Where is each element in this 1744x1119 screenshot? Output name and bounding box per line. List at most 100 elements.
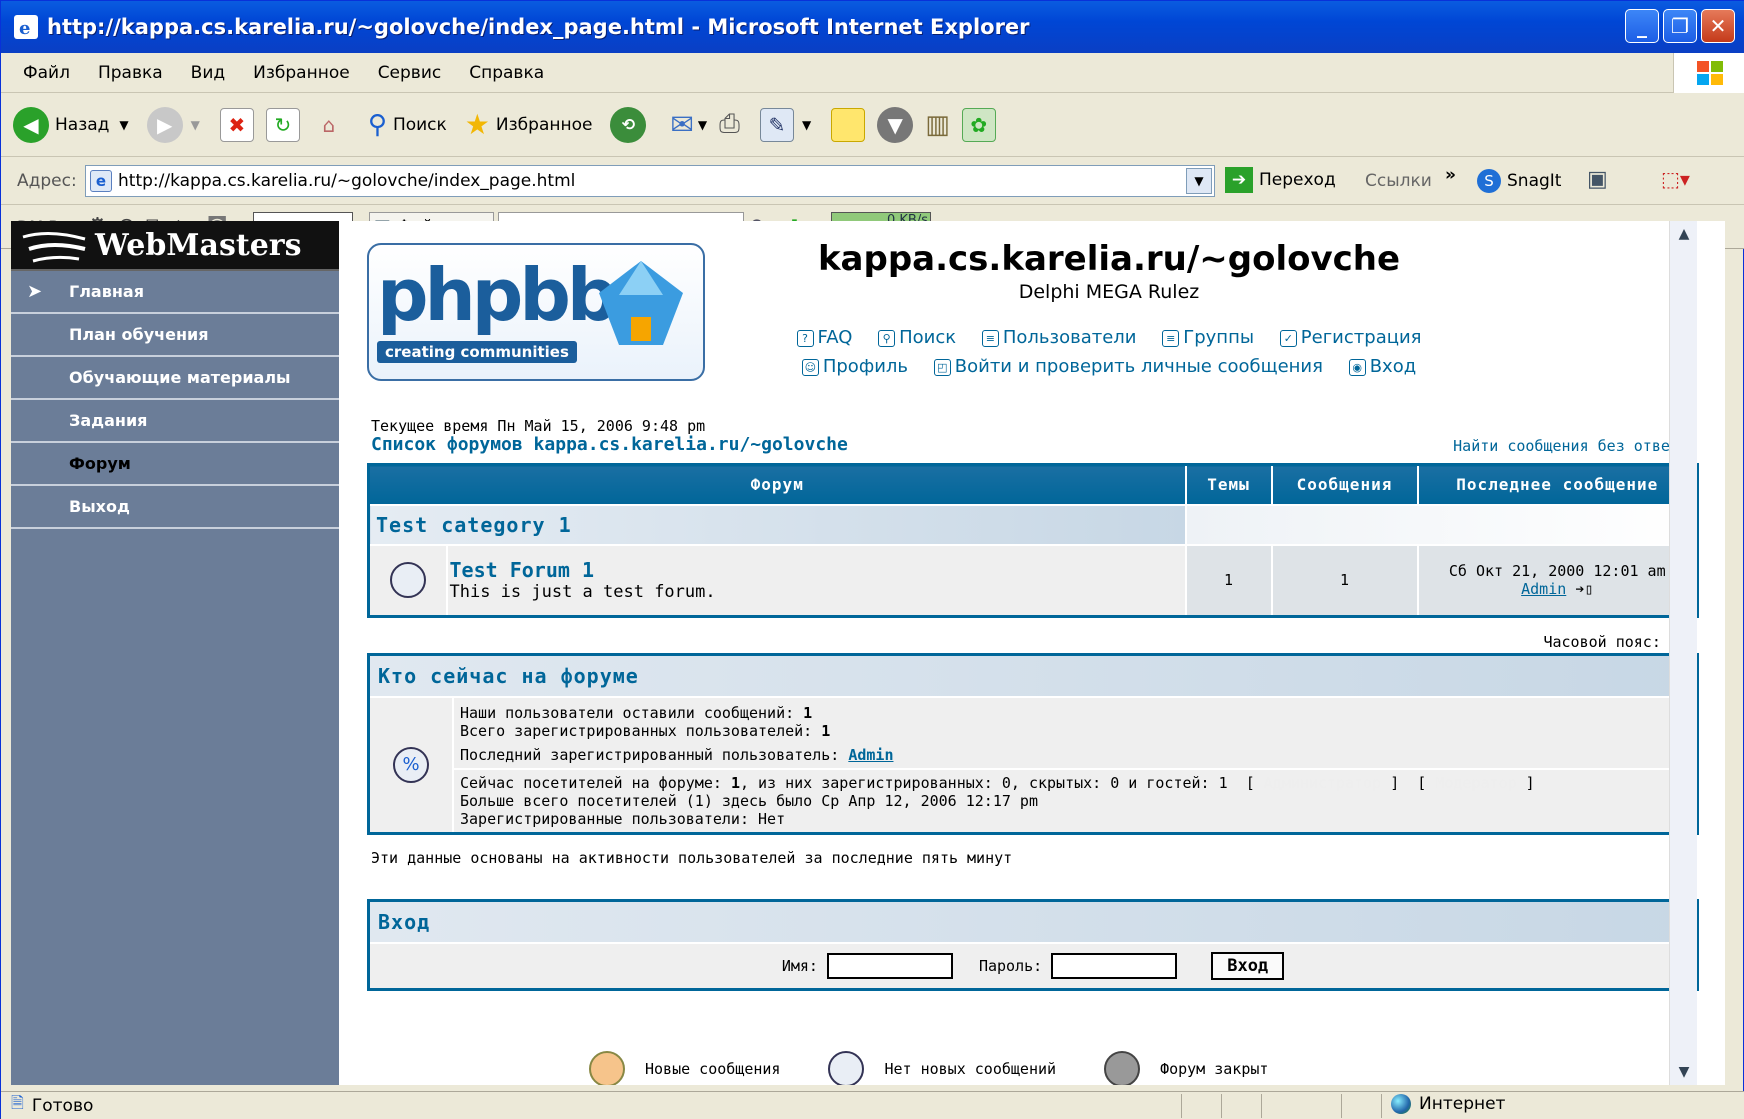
- browser-window: e http://kappa.cs.karelia.ru/~golovche/i…: [0, 0, 1744, 1119]
- moderator-legend: Модератор: [1435, 774, 1517, 792]
- forum-name-link[interactable]: Test Forum 1: [450, 558, 1185, 582]
- favorites-button[interactable]: ★ Избранное: [465, 108, 593, 141]
- forward-arrow-icon: ▶: [146, 106, 183, 143]
- forum-info-cell: Test Forum 1 This is just a test forum.: [445, 543, 1187, 618]
- icq-button[interactable]: ✿: [961, 107, 996, 142]
- notes-button[interactable]: [831, 107, 866, 142]
- locked-folder-icon: [1104, 1051, 1141, 1085]
- vertical-scrollbar[interactable]: ▲ ▼: [1669, 221, 1697, 1085]
- page-viewport: WebMasters ➤ Главная План обучения Обуча…: [11, 221, 1725, 1085]
- standard-toolbar: ◀ Назад ▼ ▶ ▼ ✖ ↻ ⌂ ⚲ Поиск ★ Избранное ⟲ ✉ ▼…: [1, 93, 1744, 157]
- minimize-button[interactable]: _: [1625, 9, 1659, 43]
- menu-tools[interactable]: Сервис: [378, 63, 442, 83]
- page-status-icon: 🗎: [11, 1093, 24, 1112]
- edit-button[interactable]: ✎ ▼: [759, 107, 811, 142]
- no-new-posts-folder-icon: [389, 562, 426, 599]
- research-icon: ▥: [925, 109, 950, 140]
- forum-topics-count: 1: [1184, 543, 1273, 618]
- who-is-online-box: Кто сейчас на форуме % Наши пользователи…: [367, 653, 1699, 835]
- chevron-more-icon[interactable]: »: [1445, 165, 1456, 185]
- status-bar: 🗎 Готово Интернет: [1, 1091, 1744, 1119]
- edit-icon: ✎: [759, 107, 794, 142]
- go-arrow-icon: ➔: [1225, 167, 1253, 193]
- private-messages-link[interactable]: ◰ Войти и проверить личные сообщения: [933, 356, 1323, 377]
- unanswered-posts-link[interactable]: Найти сообщения без ответов: [1453, 437, 1697, 455]
- back-button[interactable]: ◀ Назад ▼: [13, 106, 129, 143]
- address-bar: Адрес: e http://kappa.cs.karelia.ru/~gol…: [1, 157, 1744, 205]
- login-box: Вход Имя: Пароль: Вход: [367, 899, 1699, 991]
- go-button[interactable]: ➔ Переход: [1225, 167, 1336, 193]
- print-button[interactable]: ⎙: [719, 109, 740, 140]
- messenger-button[interactable]: ▼: [877, 106, 914, 143]
- go-to-last-post-icon[interactable]: ➔▯: [1575, 580, 1593, 598]
- faq-link[interactable]: ? FAQ: [796, 327, 852, 348]
- menu-view[interactable]: Вид: [191, 63, 225, 83]
- last-post-author-link[interactable]: Admin: [1521, 580, 1566, 598]
- newest-user-link[interactable]: Admin: [848, 746, 893, 764]
- folder-legend: Новые сообщения Нет новых сообщений Фору…: [589, 1051, 1268, 1085]
- menu-edit[interactable]: Правка: [98, 63, 163, 83]
- username-label: Имя:: [781, 957, 818, 975]
- login-link[interactable]: ◉ Вход: [1348, 356, 1416, 377]
- back-arrow-icon: ◀: [13, 106, 49, 143]
- webmasters-logo: WebMasters: [11, 221, 339, 271]
- register-link[interactable]: ✓ Регистрация: [1279, 327, 1422, 348]
- address-input[interactable]: e http://kappa.cs.karelia.ru/~golovche/i…: [85, 165, 1215, 197]
- current-time: Текущее время Пн Май 15, 2006 9:48 pm: [371, 417, 706, 435]
- new-posts-folder-icon: [589, 1051, 625, 1085]
- header-last-post: Последнее сообщение: [1416, 463, 1699, 506]
- search-link[interactable]: ⚲ Поиск: [878, 327, 956, 348]
- nav-item-tasks[interactable]: Задания: [11, 400, 339, 443]
- links-label[interactable]: Ссылки: [1365, 171, 1432, 191]
- login-button[interactable]: Вход: [1211, 952, 1285, 980]
- refresh-button[interactable]: ↻: [265, 107, 300, 142]
- username-input[interactable]: [826, 953, 953, 979]
- nav-item-forum[interactable]: Форум: [11, 443, 339, 486]
- forward-button[interactable]: ▶ ▼: [146, 106, 200, 143]
- menu-favorites[interactable]: Избранное: [253, 63, 350, 83]
- home-icon: ⌂: [322, 112, 336, 137]
- category-title[interactable]: Test category 1: [367, 503, 1187, 546]
- nav-item-logout[interactable]: Выход: [11, 486, 339, 529]
- stop-button[interactable]: ✖: [219, 107, 254, 142]
- site-description: Delphi MEGA Rulez: [1018, 281, 1200, 303]
- address-url: http://kappa.cs.karelia.ru/~golovche/ind…: [118, 171, 576, 191]
- online-stats-icon-cell: %: [370, 698, 454, 832]
- password-input[interactable]: [1051, 953, 1178, 979]
- nav-item-home[interactable]: ➤ Главная: [11, 271, 339, 314]
- forum-description: This is just a test forum.: [449, 582, 716, 603]
- message-icon: ◰: [933, 358, 951, 376]
- snagit-button[interactable]: S SnagIt: [1477, 169, 1561, 193]
- address-dropdown-icon[interactable]: ▼: [1186, 168, 1212, 194]
- maximize-button[interactable]: ❐: [1663, 9, 1697, 43]
- snagit-capture-icon[interactable]: ▣: [1587, 167, 1608, 192]
- memberlist-link[interactable]: ≡ Пользователи: [981, 327, 1137, 348]
- mail-button[interactable]: ✉ ▼: [670, 108, 707, 141]
- menu-file[interactable]: Файл: [23, 63, 70, 83]
- security-zone: Интернет: [1391, 1094, 1505, 1114]
- category-row: Test category 1: [367, 503, 1699, 546]
- search-button[interactable]: ⚲ Поиск: [368, 110, 447, 140]
- menu-help[interactable]: Справка: [469, 63, 544, 83]
- profile-link[interactable]: ☺ Профиль: [801, 356, 908, 377]
- nav-item-materials[interactable]: Обучающие материалы: [11, 357, 339, 400]
- scroll-down-icon[interactable]: ▼: [1670, 1059, 1698, 1085]
- window-title: http://kappa.cs.karelia.ru/~golovche/ind…: [47, 15, 1030, 39]
- history-button[interactable]: ⟲: [610, 106, 647, 143]
- forum-index-link[interactable]: Список форумов kappa.cs.karelia.ru/~golo…: [371, 434, 848, 455]
- forum-last-post-cell: Сб Окт 21, 2000 12:01 am Admin ➔▯: [1416, 543, 1699, 618]
- refresh-icon: ↻: [265, 107, 300, 142]
- checkbox-icon: ✓: [1279, 329, 1297, 347]
- pdf-icon[interactable]: ⬚▾: [1661, 167, 1690, 191]
- groups-link[interactable]: ≡ Группы: [1162, 327, 1254, 348]
- phpbb-logo[interactable]: phpbb creating communities: [367, 243, 705, 381]
- login-icon: ◉: [1348, 358, 1366, 376]
- activity-note: Эти данные основаны на активности пользо…: [371, 849, 1013, 867]
- nav-item-study-plan[interactable]: План обучения: [11, 314, 339, 357]
- arrow-cursor-icon: ➤: [27, 281, 43, 302]
- research-button[interactable]: ▥: [925, 110, 950, 140]
- scroll-up-icon[interactable]: ▲: [1670, 221, 1698, 247]
- close-button[interactable]: ✕: [1701, 9, 1735, 43]
- home-button[interactable]: ⌂: [312, 108, 346, 142]
- who-is-online-title[interactable]: Кто сейчас на форуме: [370, 656, 1696, 698]
